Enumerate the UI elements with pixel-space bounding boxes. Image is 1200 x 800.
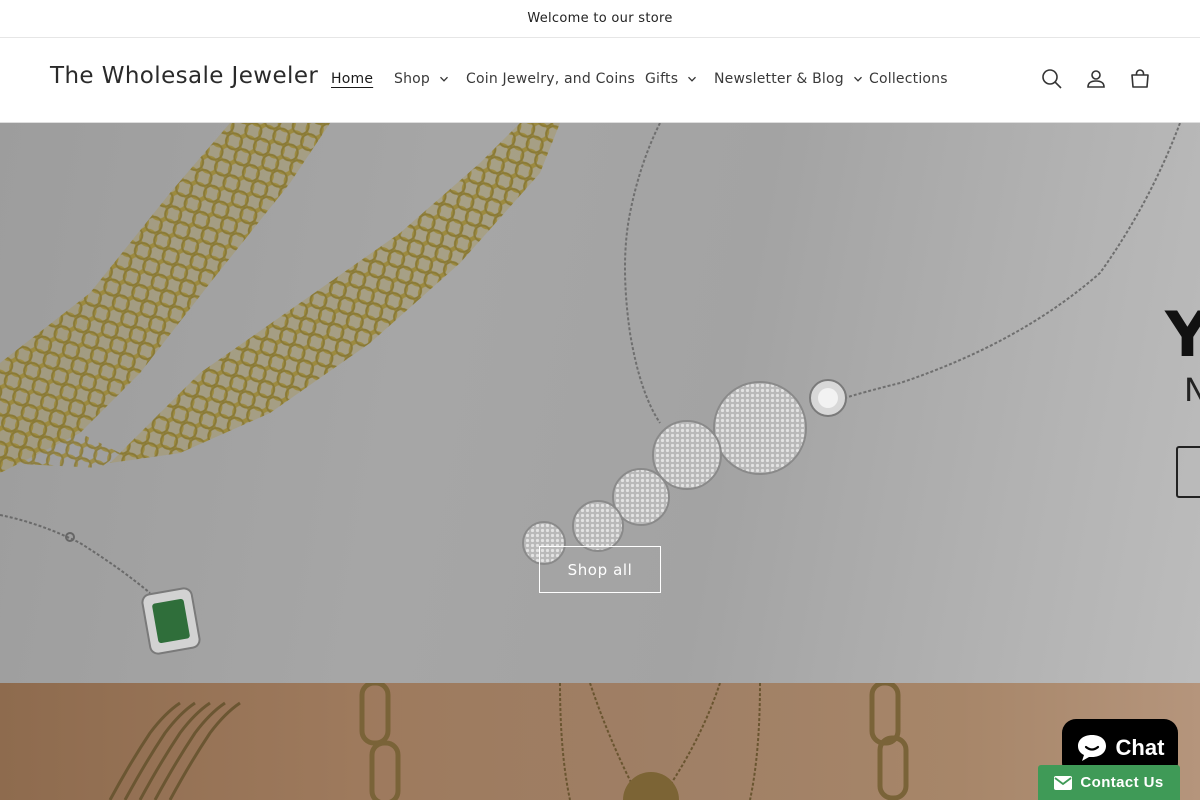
- contact-us-button[interactable]: Contact Us: [1038, 765, 1180, 800]
- hero-heading-partial: Y: [1164, 298, 1200, 371]
- store-logo[interactable]: The Wholesale Jeweler: [50, 63, 318, 89]
- nav-newsletter-blog-label: Newsletter & Blog: [714, 71, 844, 87]
- shop-all-button[interactable]: Shop all: [539, 546, 661, 593]
- chevron-down-icon: [688, 76, 697, 82]
- hero-jewelry-image: Y N: [0, 123, 1200, 655]
- search-icon[interactable]: [1040, 67, 1064, 91]
- nav-gifts-label: Gifts: [645, 71, 679, 87]
- collection-banner: [0, 683, 1200, 800]
- nav-collections-label: Collections: [869, 71, 948, 87]
- account-icon[interactable]: [1084, 67, 1108, 91]
- cart-icon[interactable]: [1128, 67, 1152, 91]
- nav-coin-jewelry[interactable]: Coin Jewelry, and Coins: [466, 71, 635, 87]
- site-header: The Wholesale Jeweler Home Shop Coin Jew…: [0, 38, 1200, 123]
- nav-shop-label: Shop: [394, 71, 431, 87]
- nav-home-label: Home: [331, 71, 374, 87]
- chevron-down-icon: [853, 76, 862, 82]
- chevron-down-icon: [440, 76, 448, 82]
- nav-coin-jewelry-label: Coin Jewelry, and Coins: [466, 71, 635, 87]
- contact-us-label: Contact Us: [1080, 774, 1164, 791]
- hero-banner: Y N Shop all: [0, 123, 1200, 683]
- nav-gifts[interactable]: Gifts: [645, 71, 697, 87]
- chat-label: Chat: [1115, 735, 1165, 760]
- nav-shop[interactable]: Shop: [394, 71, 449, 87]
- nav-collections[interactable]: Collections: [869, 71, 948, 87]
- envelope-icon: [1054, 775, 1073, 790]
- announcement-bar: Welcome to our store: [0, 0, 1200, 38]
- nav-home[interactable]: Home: [331, 71, 373, 87]
- chat-bubble-icon: [1077, 735, 1106, 761]
- collection-jewelry-image: [108, 683, 909, 800]
- hero-subheading-partial: N: [1184, 371, 1200, 409]
- nav-newsletter-blog[interactable]: Newsletter & Blog: [714, 71, 863, 87]
- announcement-text: Welcome to our store: [527, 11, 673, 26]
